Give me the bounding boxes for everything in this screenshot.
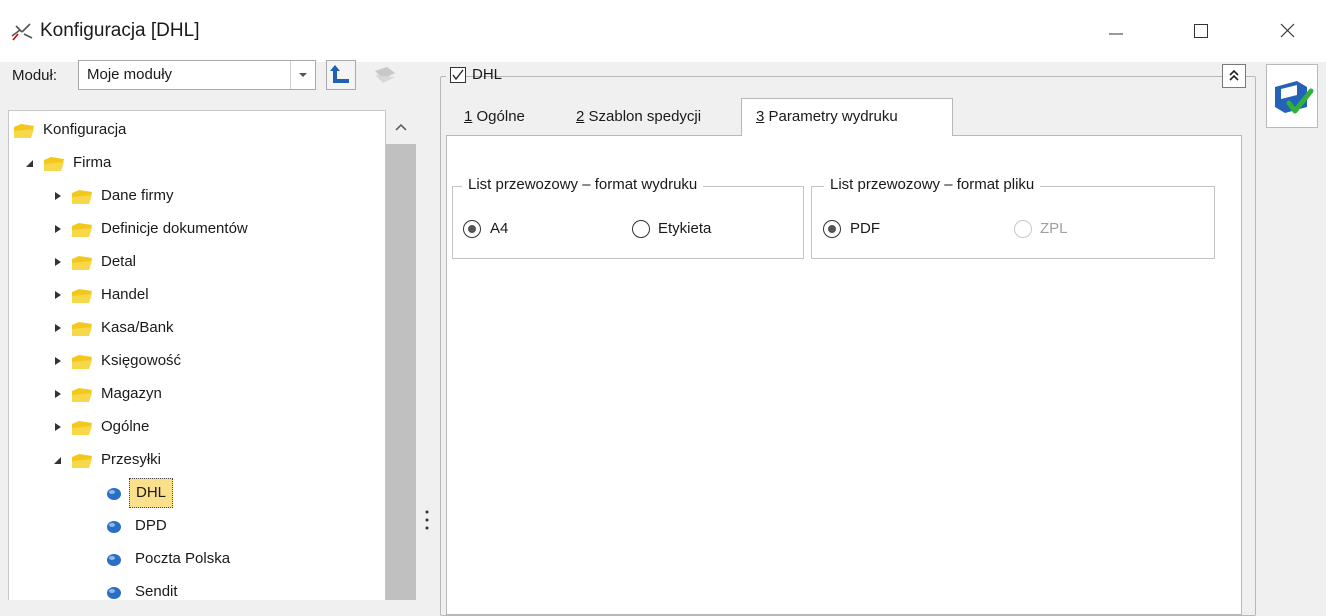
collapsed-arrow-icon: [55, 192, 61, 200]
radio-a4[interactable]: [462, 219, 482, 239]
app-settings-icon: [11, 23, 33, 41]
collapsed-arrow-icon: [55, 357, 61, 365]
folder-icon: [72, 421, 92, 435]
tree-item-label: Ogólne: [101, 418, 150, 435]
folder-icon: [72, 223, 92, 237]
collapsed-arrow-icon: [55, 423, 61, 431]
module-dropdown-button[interactable]: [290, 61, 315, 89]
collapsed-arrow-icon: [55, 324, 61, 332]
collapsed-arrow-icon: [55, 258, 61, 266]
tab-parametry-wydruku[interactable]: 3 Parametry wydruku: [741, 98, 953, 136]
folder-icon: [72, 289, 92, 303]
tab-label: Ogólne: [476, 108, 525, 125]
tree-item-label: Magazyn: [101, 385, 162, 402]
tab-szablon-spedycji[interactable]: 2 Szablon spedycji: [570, 100, 707, 134]
radio-zpl: [1014, 220, 1032, 238]
move-button[interactable]: [370, 60, 400, 90]
tab-accelerator: 2: [576, 108, 585, 125]
minimize-icon: [1109, 33, 1123, 35]
option-bullet-icon: [107, 554, 121, 566]
tab-ogolne[interactable]: 1 Ogólne: [458, 100, 531, 134]
folder-icon: [72, 322, 92, 336]
tree-item-label: Kasa/Bank: [101, 319, 174, 336]
folder-icon: [44, 157, 64, 171]
collapsed-arrow-icon: [55, 225, 61, 233]
option-bullet-icon: [107, 587, 121, 599]
folder-icon: [72, 388, 92, 402]
tab-accelerator: 1: [464, 108, 473, 125]
title-bar: Konfiguracja [DHL]: [0, 0, 1326, 62]
close-icon: [1280, 23, 1295, 38]
chevron-down-icon: [299, 73, 307, 77]
radio-pdf-label: PDF: [850, 220, 880, 237]
tree-item-label: Sendit: [135, 583, 178, 600]
tree-item-label: Detal: [101, 253, 137, 270]
tree-item-label: Księgowość: [101, 352, 182, 369]
window-title: Konfiguracja [DHL]: [40, 20, 200, 41]
tab-label: Parametry wydruku: [768, 108, 898, 125]
tree-item-label: Firma: [73, 154, 112, 171]
close-button[interactable]: [1264, 14, 1310, 48]
minimize-button[interactable]: [1092, 14, 1138, 48]
double-chevron-up-icon: [1229, 69, 1239, 81]
folder-icon: [72, 355, 92, 369]
configuration-tree[interactable]: Konfiguracja Firma Dane firmy Definicje …: [8, 110, 386, 600]
radio-etykieta-label: Etykieta: [658, 220, 712, 237]
radio-pdf[interactable]: [822, 219, 842, 239]
tree-item-label-selected: DHL: [129, 478, 174, 508]
dhl-group-header[interactable]: DHL: [446, 64, 502, 86]
module-label: Moduł:: [12, 67, 58, 84]
print-format-legend: List przewozowy – format wydruku: [462, 176, 704, 193]
checkmark-icon: [452, 69, 464, 81]
radio-etykieta[interactable]: [631, 219, 651, 239]
tab-accelerator: 3: [756, 108, 765, 125]
dhl-group-label: DHL: [472, 66, 503, 83]
save-button[interactable]: [1266, 64, 1318, 128]
tree-item-label: Poczta Polska: [135, 550, 231, 567]
tree-scrollbar[interactable]: [386, 110, 416, 600]
maximize-button[interactable]: [1178, 14, 1224, 48]
save-icon: [1275, 81, 1314, 114]
expanded-arrow-icon: [54, 457, 61, 464]
tree-item-label: Dane firmy: [101, 187, 174, 204]
module-select[interactable]: Moje moduły: [78, 60, 316, 90]
folder-icon: [72, 190, 92, 204]
option-bullet-icon: [107, 488, 121, 500]
folder-icon: [72, 256, 92, 270]
splitter-handle[interactable]: [424, 508, 430, 534]
radio-a4-label: A4: [490, 220, 509, 237]
collapsed-arrow-icon: [55, 291, 61, 299]
tree-item-label: DPD: [135, 517, 167, 534]
go-up-button[interactable]: [326, 60, 356, 90]
dhl-enabled-checkbox[interactable]: [450, 67, 466, 83]
tree-item-label: Konfiguracja: [43, 121, 127, 138]
folder-icon: [14, 124, 34, 138]
radio-zpl-label: ZPL: [1040, 220, 1068, 237]
expanded-arrow-icon: [26, 160, 33, 167]
file-format-legend: List przewozowy – format pliku: [824, 176, 1041, 193]
chevron-up-icon: [395, 123, 407, 131]
folder-move-icon: [375, 67, 395, 83]
tree-item-label: Handel: [101, 286, 149, 303]
option-bullet-icon: [107, 521, 121, 533]
collapsed-arrow-icon: [55, 390, 61, 398]
tree-item-label: Definicje dokumentów: [101, 220, 248, 237]
collapse-button[interactable]: [1222, 64, 1246, 88]
tab-label: Szablon spedycji: [588, 108, 702, 125]
maximize-icon: [1194, 24, 1208, 38]
arrow-up-icon: [330, 65, 349, 83]
module-select-value: Moje moduły: [87, 66, 173, 83]
scroll-up-button[interactable]: [386, 110, 416, 144]
folder-icon: [72, 454, 92, 468]
tree-item-label: Przesyłki: [101, 451, 162, 468]
